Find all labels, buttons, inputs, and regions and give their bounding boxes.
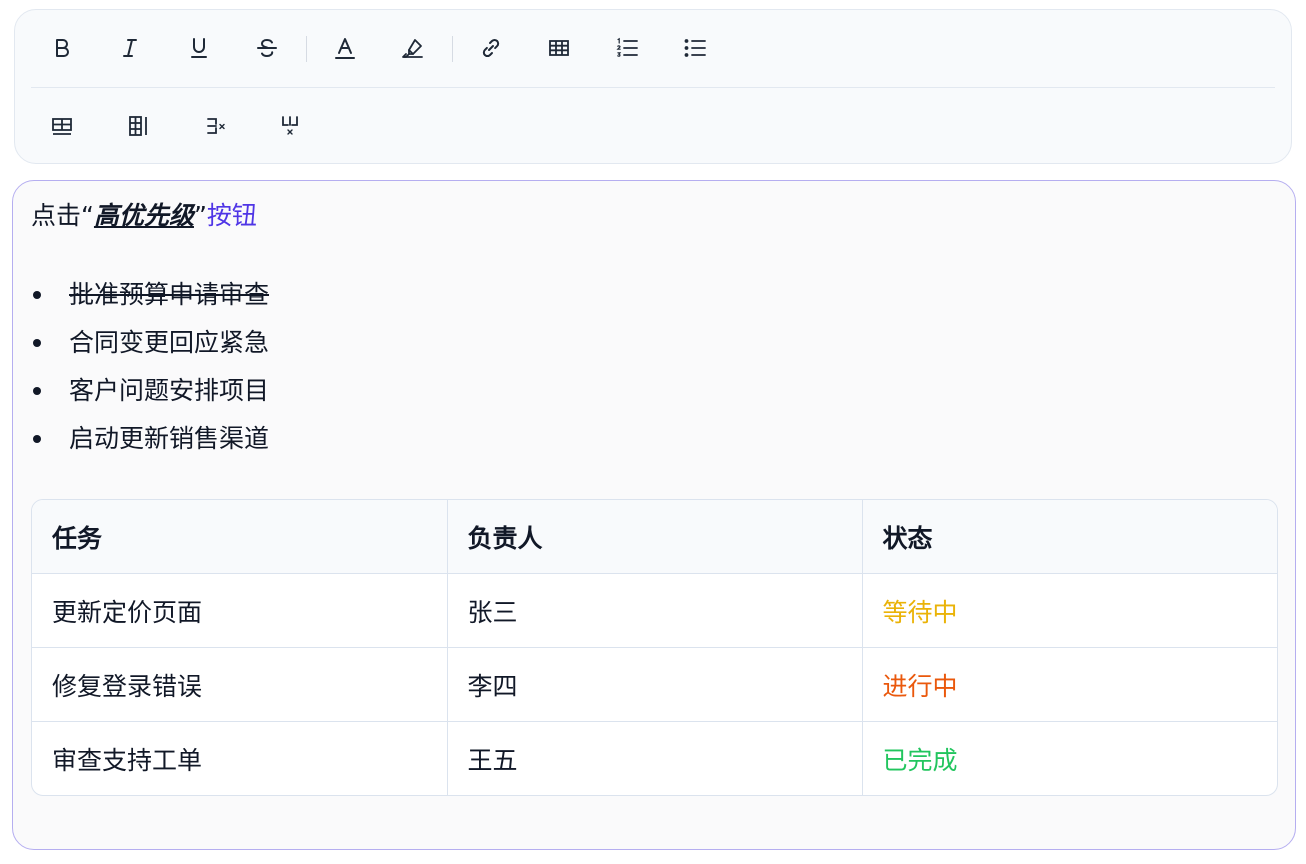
paragraph-quote-close: ” bbox=[193, 201, 207, 230]
list-item: 批准预算申请审查 bbox=[31, 273, 269, 321]
list-item-text: 合同变更回应紧急 bbox=[69, 328, 270, 357]
list-item: 合同变更回应紧急 bbox=[31, 321, 269, 369]
link-icon bbox=[482, 38, 500, 58]
header-owner[interactable]: 负责人 bbox=[446, 500, 863, 574]
button-link[interactable]: 按钮 bbox=[207, 201, 257, 230]
bullet-icon bbox=[33, 435, 41, 443]
highlighter-icon bbox=[402, 39, 423, 58]
bold-icon bbox=[56, 39, 69, 57]
highlight-button[interactable] bbox=[393, 28, 433, 68]
add-column-button[interactable] bbox=[119, 106, 159, 146]
table-header-row: 任务 负责人 状态 bbox=[32, 500, 1277, 574]
italic-icon bbox=[123, 39, 137, 57]
list-item: 客户问题安排项目 bbox=[31, 369, 269, 417]
header-status[interactable]: 状态 bbox=[861, 500, 1277, 574]
cell-status[interactable]: 进行中 bbox=[861, 647, 1277, 722]
bullet-icon bbox=[33, 339, 41, 347]
delete-row-icon bbox=[207, 118, 225, 134]
link-button[interactable] bbox=[471, 28, 511, 68]
list-item-text: 客户问题安排项目 bbox=[69, 376, 270, 405]
text-color-icon bbox=[335, 38, 355, 59]
cell-owner[interactable]: 王五 bbox=[446, 721, 863, 795]
delete-column-button[interactable] bbox=[270, 106, 310, 146]
list-item-text: 启动更新销售渠道 bbox=[69, 424, 270, 453]
strikethrough-button[interactable] bbox=[247, 28, 287, 68]
task-table: 任务 负责人 状态 更新定价页面 张三 等待中 修复登录错误 李四 进行中 审查… bbox=[31, 499, 1278, 796]
toolbar-separator bbox=[452, 36, 453, 62]
priority-emphasis: 高优先级 bbox=[93, 201, 194, 230]
cell-task[interactable]: 修复登录错误 bbox=[32, 647, 448, 722]
editor-toolbar bbox=[14, 9, 1292, 164]
cell-status[interactable]: 已完成 bbox=[861, 721, 1277, 795]
list-item-text: 批准预算申请审查 bbox=[69, 280, 270, 309]
table-row: 更新定价页面 张三 等待中 bbox=[32, 573, 1277, 648]
toolbar-row-divider bbox=[31, 87, 1275, 88]
editor-content[interactable]: 点击“高优先级”按钮 批准预算申请审查 合同变更回应紧急 客户问题安排项目 启动… bbox=[12, 180, 1296, 850]
ordered-list-button[interactable] bbox=[607, 28, 647, 68]
underline-button[interactable] bbox=[179, 28, 219, 68]
italic-button[interactable] bbox=[110, 28, 150, 68]
cell-task[interactable]: 更新定价页面 bbox=[32, 573, 448, 648]
cell-owner[interactable]: 李四 bbox=[446, 647, 863, 722]
bullet-list-button[interactable] bbox=[675, 28, 715, 68]
ordered-list-icon bbox=[616, 37, 638, 57]
list-item: 启动更新销售渠道 bbox=[31, 417, 269, 465]
toolbar-separator bbox=[306, 36, 307, 62]
table-row: 修复登录错误 李四 进行中 bbox=[32, 647, 1277, 722]
intro-paragraph: 点击“高优先级”按钮 bbox=[31, 199, 257, 233]
table-icon bbox=[549, 40, 569, 56]
cell-status[interactable]: 等待中 bbox=[861, 573, 1277, 648]
bullet-icon bbox=[33, 387, 41, 395]
bullet-icon bbox=[33, 291, 41, 299]
bullet-list-icon bbox=[684, 39, 706, 57]
bullet-list: 批准预算申请审查 合同变更回应紧急 客户问题安排项目 启动更新销售渠道 bbox=[31, 273, 269, 465]
delete-column-icon bbox=[282, 116, 298, 135]
cell-owner[interactable]: 张三 bbox=[446, 573, 863, 648]
paragraph-prefix: 点击“ bbox=[31, 201, 94, 230]
add-column-icon bbox=[129, 116, 147, 136]
bold-button[interactable] bbox=[42, 28, 82, 68]
add-row-icon bbox=[52, 118, 72, 135]
strikethrough-icon bbox=[257, 38, 277, 58]
text-color-button[interactable] bbox=[325, 28, 365, 68]
insert-table-button[interactable] bbox=[539, 28, 579, 68]
delete-row-button[interactable] bbox=[196, 106, 236, 146]
table-row: 审查支持工单 王五 已完成 bbox=[32, 721, 1277, 795]
cell-task[interactable]: 审查支持工单 bbox=[32, 721, 448, 795]
add-row-button[interactable] bbox=[42, 106, 82, 146]
underline-icon bbox=[191, 38, 207, 58]
header-task[interactable]: 任务 bbox=[32, 500, 448, 574]
